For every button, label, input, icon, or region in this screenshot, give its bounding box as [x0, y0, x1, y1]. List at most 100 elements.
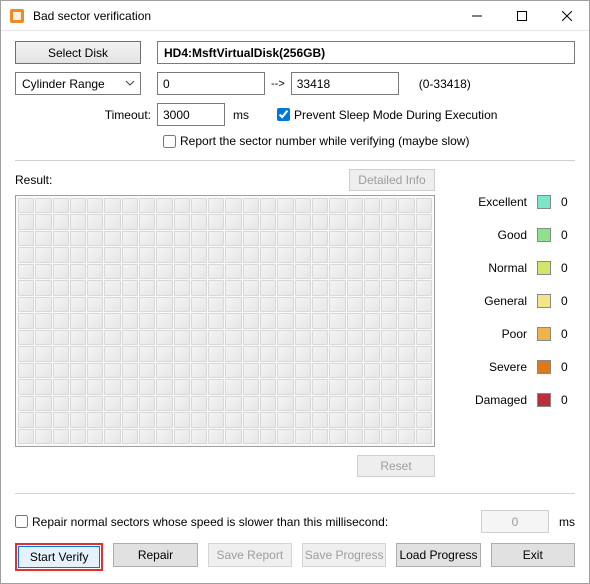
- sector-cell: [18, 313, 34, 328]
- sector-cell: [122, 379, 138, 394]
- sector-cell: [87, 247, 103, 262]
- load-progress-button[interactable]: Load Progress: [396, 543, 480, 567]
- sector-cell: [416, 363, 432, 378]
- sector-cell: [381, 264, 397, 279]
- timeout-input[interactable]: [157, 103, 225, 126]
- sector-cell: [416, 231, 432, 246]
- sector-cell: [381, 346, 397, 361]
- sector-cell: [70, 363, 86, 378]
- sector-cell: [87, 379, 103, 394]
- sector-cell: [104, 214, 120, 229]
- timeout-label: Timeout:: [15, 108, 157, 122]
- sector-cell: [139, 214, 155, 229]
- report-sector-checkbox[interactable]: Report the sector number while verifying…: [163, 134, 469, 148]
- sector-cell: [70, 214, 86, 229]
- range-mode-dropdown[interactable]: Cylinder Range: [15, 72, 141, 95]
- sector-cell: [312, 429, 328, 444]
- sector-cell: [312, 198, 328, 213]
- sector-cell: [398, 280, 414, 295]
- sector-cell: [174, 396, 190, 411]
- sector-cell: [364, 379, 380, 394]
- sector-cell: [156, 297, 172, 312]
- sector-cell: [35, 214, 51, 229]
- range-from-input[interactable]: [157, 72, 265, 95]
- sector-cell: [398, 330, 414, 345]
- sector-cell: [329, 363, 345, 378]
- sector-cell: [381, 198, 397, 213]
- sector-cell: [18, 264, 34, 279]
- sector-cell: [191, 297, 207, 312]
- sector-cell: [122, 313, 138, 328]
- sector-cell: [295, 346, 311, 361]
- sector-cell: [53, 297, 69, 312]
- sector-cell: [70, 412, 86, 427]
- sector-cell: [416, 214, 432, 229]
- legend-item: General0: [457, 294, 575, 308]
- legend-count: 0: [561, 195, 575, 209]
- sector-cell: [277, 363, 293, 378]
- sector-cell: [364, 247, 380, 262]
- sector-cell: [381, 280, 397, 295]
- sector-cell: [225, 198, 241, 213]
- prevent-sleep-checkbox[interactable]: Prevent Sleep Mode During Execution: [277, 108, 497, 122]
- sector-cell: [87, 396, 103, 411]
- sector-cell: [312, 412, 328, 427]
- sector-cell: [104, 396, 120, 411]
- sector-cell: [277, 412, 293, 427]
- sector-cell: [87, 363, 103, 378]
- report-sector-input[interactable]: [163, 135, 176, 148]
- close-button[interactable]: [544, 1, 589, 31]
- legend-item: Normal0: [457, 261, 575, 275]
- repair-slow-input[interactable]: [15, 515, 28, 528]
- repair-slow-checkbox[interactable]: Repair normal sectors whose speed is slo…: [15, 515, 481, 529]
- sector-cell: [312, 297, 328, 312]
- sector-cell: [18, 396, 34, 411]
- sector-cell: [225, 363, 241, 378]
- sector-cell: [53, 313, 69, 328]
- start-verify-button[interactable]: Start Verify: [18, 546, 100, 568]
- sector-cell: [416, 297, 432, 312]
- sector-cell: [329, 247, 345, 262]
- range-to-input[interactable]: [291, 72, 399, 95]
- sector-cell: [139, 297, 155, 312]
- sector-cell: [225, 346, 241, 361]
- sector-cell: [416, 198, 432, 213]
- sector-cell: [122, 412, 138, 427]
- sector-cell: [312, 363, 328, 378]
- chevron-down-icon: [125, 77, 135, 91]
- repair-button[interactable]: Repair: [113, 543, 197, 567]
- sector-cell: [104, 346, 120, 361]
- sector-cell: [18, 198, 34, 213]
- sector-cell: [260, 346, 276, 361]
- sector-cell: [156, 346, 172, 361]
- sector-cell: [174, 412, 190, 427]
- sector-cell: [104, 297, 120, 312]
- sector-cell: [364, 363, 380, 378]
- maximize-button[interactable]: [499, 1, 544, 31]
- sector-cell: [277, 396, 293, 411]
- legend-label: Good: [498, 228, 527, 242]
- sector-cell: [18, 214, 34, 229]
- legend-count: 0: [561, 261, 575, 275]
- sector-cell: [295, 379, 311, 394]
- sector-cell: [329, 313, 345, 328]
- select-disk-button[interactable]: Select Disk: [15, 41, 141, 64]
- sector-cell: [70, 231, 86, 246]
- minimize-button[interactable]: [454, 1, 499, 31]
- select-disk-label: Select Disk: [48, 46, 108, 60]
- legend-label: Damaged: [475, 393, 527, 407]
- sector-cell: [295, 280, 311, 295]
- sector-cell: [156, 280, 172, 295]
- sector-cell: [329, 412, 345, 427]
- app-icon: [9, 8, 25, 24]
- sector-cell: [277, 214, 293, 229]
- sector-cell: [225, 429, 241, 444]
- sector-cell: [208, 412, 224, 427]
- window: Bad sector verification Select Disk HD4:…: [0, 0, 590, 584]
- sector-cell: [347, 264, 363, 279]
- sector-cell: [174, 214, 190, 229]
- legend-swatch: [537, 360, 551, 374]
- exit-button[interactable]: Exit: [491, 543, 575, 567]
- legend-swatch: [537, 327, 551, 341]
- prevent-sleep-input[interactable]: [277, 108, 290, 121]
